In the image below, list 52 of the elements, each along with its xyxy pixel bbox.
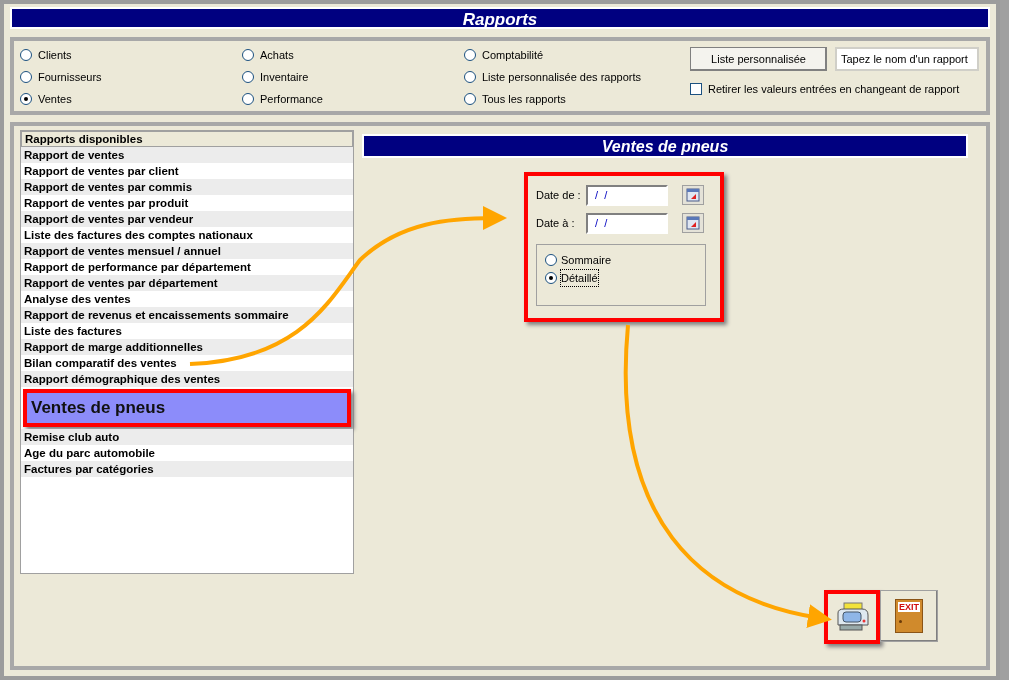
radio-label: Détaillé: [561, 269, 598, 287]
report-list-item[interactable]: Ventes de pneus: [23, 389, 351, 427]
radio-label: Comptabilité: [482, 47, 544, 63]
date-field[interactable]: / /: [586, 184, 668, 206]
radio-button[interactable]: [20, 49, 32, 61]
radio-label: Liste personnalisée des rapports: [482, 69, 641, 85]
list-header: Rapports disponibles: [21, 131, 353, 147]
calendar-button[interactable]: [682, 213, 704, 233]
calendar-icon: [686, 216, 700, 230]
radio-button[interactable]: [20, 71, 32, 83]
date-label: Date à :: [536, 215, 576, 231]
window-title: Rapports: [10, 7, 990, 29]
report-list-item[interactable]: Rapport de revenus et encaissements sommaire: [21, 307, 353, 323]
custom-list-button[interactable]: Liste personnalisée: [690, 47, 827, 71]
radio-label: Clients: [38, 47, 72, 63]
report-name-field[interactable]: Tapez le nom d'un rapport: [835, 47, 979, 71]
radio-label: Ventes: [38, 91, 72, 107]
report-list-item[interactable]: Rapport démographique des ventes: [21, 371, 353, 387]
radio-button[interactable]: [545, 272, 557, 284]
print-button[interactable]: [824, 590, 880, 644]
radio-button[interactable]: [242, 93, 254, 105]
printer-icon: [834, 601, 870, 633]
checkbox[interactable]: [690, 83, 702, 96]
radio-button[interactable]: [20, 93, 32, 105]
calendar-icon: [686, 188, 700, 202]
radio-button[interactable]: [464, 93, 476, 105]
report-title: Ventes de pneus: [362, 134, 968, 158]
report-list-item[interactable]: Rapport de ventes: [21, 147, 353, 163]
report-list-item[interactable]: Rapport de ventes par vendeur: [21, 211, 353, 227]
radio-button[interactable]: [242, 71, 254, 83]
report-list-item[interactable]: Factures par catégories: [21, 461, 353, 477]
radio-button[interactable]: [464, 49, 476, 61]
radio-button[interactable]: [464, 71, 476, 83]
radio-label: Achats: [260, 47, 294, 63]
calendar-button[interactable]: [682, 185, 704, 205]
door-icon: EXIT: [895, 599, 923, 633]
radio-label: Sommaire: [561, 252, 612, 268]
radio-button[interactable]: [242, 49, 254, 61]
report-list-item[interactable]: Remise club auto: [21, 429, 353, 445]
date-label: Date de :: [536, 187, 582, 203]
checkbox-label: Retirer les valeurs entrées en changeant de rapport: [708, 82, 960, 97]
report-list-item[interactable]: Rapport de ventes mensuel / annuel: [21, 243, 353, 259]
radio-label: Fournisseurs: [38, 69, 102, 85]
radio-label: Inventaire: [260, 69, 309, 85]
report-list-item[interactable]: Rapport de ventes par département: [21, 275, 353, 291]
radio-label: Tous les rapports: [482, 91, 566, 107]
radio-button[interactable]: [545, 254, 557, 266]
exit-button[interactable]: EXIT: [880, 590, 938, 642]
report-list-item[interactable]: Rapport de ventes par commis: [21, 179, 353, 195]
report-list-item[interactable]: Rapport de marge additionnelles: [21, 339, 353, 355]
date-field[interactable]: / /: [586, 212, 668, 234]
radio-label: Performance: [260, 91, 323, 107]
